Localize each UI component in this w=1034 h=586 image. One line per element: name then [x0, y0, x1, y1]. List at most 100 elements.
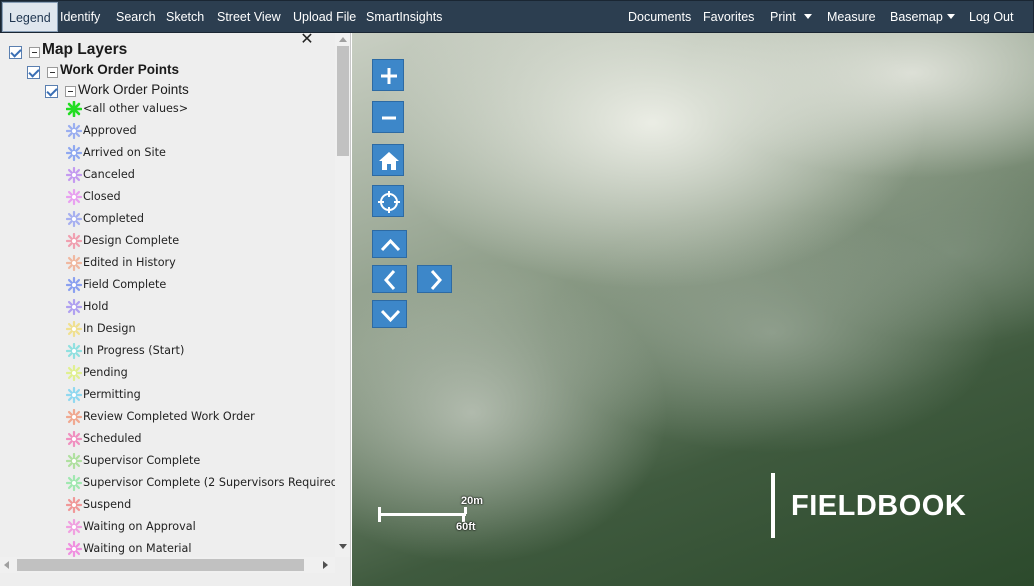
legend-horizontal-scrollbar[interactable]: [0, 557, 335, 573]
legend-item-label: Approved: [83, 124, 137, 137]
legend-item-label: Scheduled: [83, 432, 142, 445]
asterisk-marker-icon: [66, 475, 82, 491]
legend-item-label: In Design: [83, 322, 136, 335]
asterisk-marker-icon: [66, 321, 82, 337]
toolbar-sketch-tab[interactable]: Sketch: [166, 1, 204, 33]
toolbar-street-view-tab[interactable]: Street View: [217, 1, 281, 33]
pan-left-button[interactable]: [372, 265, 407, 293]
map-view[interactable]: 20m 60ft FIELDBOOK: [352, 33, 1034, 586]
legend-item-label: Field Complete: [83, 278, 167, 291]
chevron-right-icon: [430, 270, 443, 290]
scroll-right-arrow-icon[interactable]: [323, 561, 328, 569]
pan-down-button[interactable]: [372, 300, 407, 328]
toolbar-basemap-menu[interactable]: Basemap: [890, 1, 955, 33]
work-order-layer-label: Work Order Points: [78, 82, 189, 97]
legend-item-label: Pending: [83, 366, 128, 379]
scale-bar: 20m 60ft: [376, 495, 526, 541]
legend-item-label: Design Complete: [83, 234, 180, 247]
crosshair-icon: [378, 191, 400, 213]
asterisk-marker-icon: [66, 233, 82, 249]
legend-item-label: Review Completed Work Order: [83, 410, 255, 423]
scroll-down-arrow-icon[interactable]: [339, 544, 347, 549]
legend-item-label: In Progress (Start): [83, 344, 185, 357]
scroll-up-arrow-icon[interactable]: [339, 37, 347, 42]
collapse-toggle-icon[interactable]: [29, 47, 40, 58]
scrollbar-thumb[interactable]: [17, 559, 304, 571]
top-toolbar: Legend Identify Search Sketch Street Vie…: [0, 0, 1034, 33]
chevron-left-icon: [383, 270, 396, 290]
basemap-label: Basemap: [890, 10, 943, 24]
legend-item-label: Suspend: [83, 498, 132, 511]
legend-item-label: Arrived on Site: [83, 146, 166, 159]
caret-down-icon: [803, 14, 812, 20]
scale-bar-tick: [464, 507, 467, 514]
minus-icon: [382, 116, 396, 120]
work-order-layer-checkbox[interactable]: [45, 85, 58, 98]
zoom-out-button[interactable]: [372, 101, 404, 133]
asterisk-marker-icon: [66, 101, 82, 117]
scale-metric-label: 20m: [461, 495, 484, 507]
map-layers-checkbox[interactable]: [9, 46, 22, 59]
toolbar-upload-file-tab[interactable]: Upload File: [293, 1, 356, 33]
map-layers-heading: Map Layers: [42, 41, 128, 58]
asterisk-marker-icon: [66, 255, 82, 271]
scale-imperial-label: 60ft: [456, 521, 476, 533]
scale-bar-tick: [378, 507, 381, 522]
zoom-in-button[interactable]: [372, 59, 404, 91]
asterisk-marker-icon: [66, 387, 82, 403]
plus-icon: [381, 68, 397, 84]
legend-item-label: Waiting on Approval: [83, 520, 196, 533]
legend-item-label: <all other values>: [83, 102, 189, 115]
toolbar-favorites-link[interactable]: Favorites: [703, 1, 754, 33]
collapse-toggle-icon[interactable]: [65, 86, 76, 97]
toolbar-logout-link[interactable]: Log Out: [969, 1, 1013, 33]
legend-vertical-scrollbar[interactable]: [335, 33, 350, 557]
pan-up-button[interactable]: [372, 230, 407, 258]
scrollbar-thumb[interactable]: [337, 46, 349, 156]
legend-item-label: Supervisor Complete: [83, 454, 201, 467]
work-order-group-label: Work Order Points: [60, 62, 180, 77]
pan-right-button[interactable]: [417, 265, 452, 293]
home-icon: [379, 152, 399, 170]
collapse-toggle-icon[interactable]: [47, 67, 58, 78]
scale-bar-line: [378, 513, 466, 516]
toolbar-measure-link[interactable]: Measure: [827, 1, 876, 33]
toolbar-print-menu[interactable]: Print: [770, 1, 812, 33]
toolbar-identify-tab[interactable]: Identify: [60, 1, 100, 33]
chevron-down-icon: [380, 309, 401, 323]
asterisk-marker-icon: [66, 365, 82, 381]
asterisk-marker-icon: [66, 541, 82, 557]
toolbar-search-tab[interactable]: Search: [116, 1, 156, 33]
chevron-up-icon: [380, 238, 401, 252]
asterisk-marker-icon: [66, 343, 82, 359]
legend-panel: ✕ Map Layers Work Order Points Work Orde…: [0, 33, 351, 586]
toolbar-legend-tab[interactable]: Legend: [2, 2, 58, 32]
toolbar-documents-link[interactable]: Documents: [628, 1, 691, 33]
work-order-group-checkbox[interactable]: [27, 66, 40, 79]
asterisk-marker-icon: [66, 277, 82, 293]
asterisk-marker-icon: [66, 497, 82, 513]
asterisk-marker-icon: [66, 189, 82, 205]
legend-item-label: Edited in History: [83, 256, 176, 269]
legend-item-label: Waiting on Material: [83, 542, 192, 555]
close-icon[interactable]: ✕: [299, 33, 315, 48]
fieldbook-logo: FIELDBOOK: [791, 490, 967, 522]
asterisk-marker-icon: [66, 409, 82, 425]
asterisk-marker-icon: [66, 519, 82, 535]
legend-item-label: Supervisor Complete (2 Supervisors Requi…: [83, 476, 343, 489]
asterisk-marker-icon: [66, 167, 82, 183]
legend-item-label: Closed: [83, 190, 121, 203]
asterisk-marker-icon: [66, 145, 82, 161]
home-button[interactable]: [372, 144, 404, 176]
locate-button[interactable]: [372, 185, 404, 217]
asterisk-marker-icon: [66, 431, 82, 447]
print-label: Print: [770, 10, 796, 24]
toolbar-smartinsights-tab[interactable]: SmartInsights: [366, 1, 442, 33]
asterisk-marker-icon: [66, 453, 82, 469]
legend-item-label: Completed: [83, 212, 145, 225]
scroll-left-arrow-icon[interactable]: [4, 561, 9, 569]
asterisk-marker-icon: [66, 299, 82, 315]
logo-divider: [771, 473, 775, 538]
asterisk-marker-icon: [66, 211, 82, 227]
asterisk-marker-icon: [66, 123, 82, 139]
